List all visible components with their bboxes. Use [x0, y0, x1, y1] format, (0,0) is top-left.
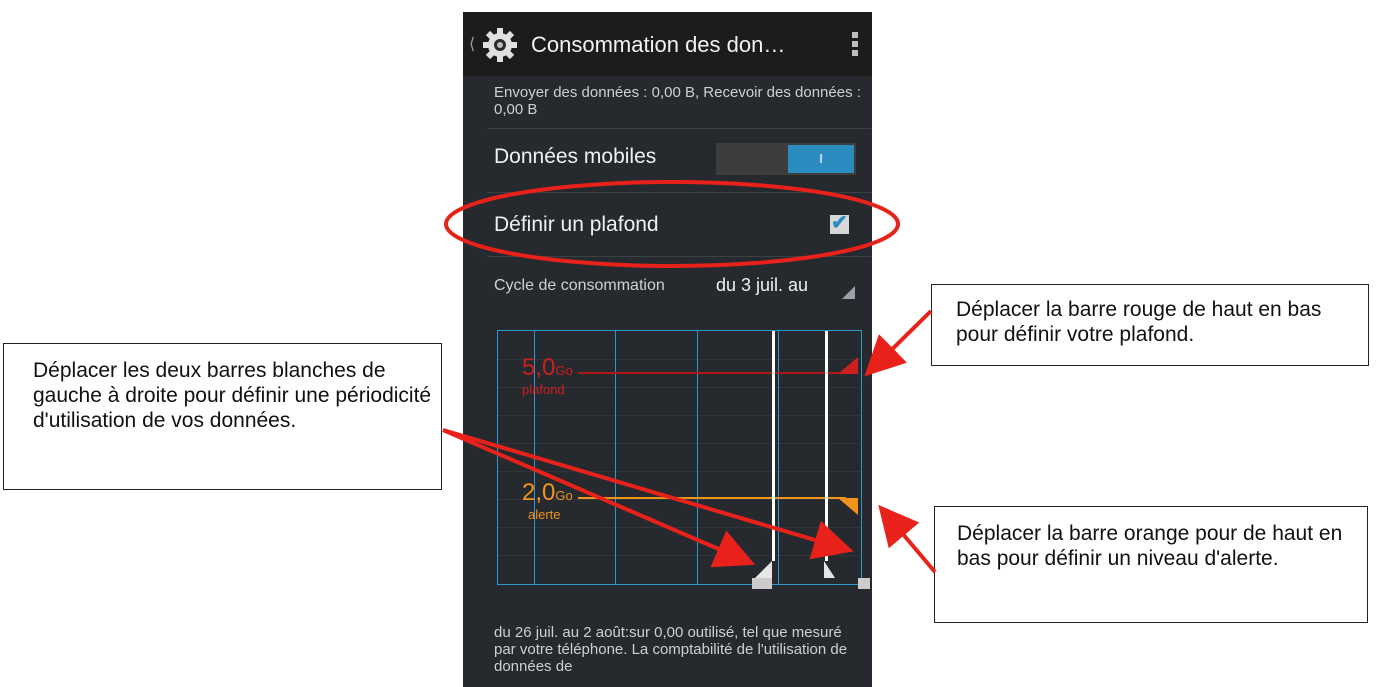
- cycle-start-bar[interactable]: [772, 331, 775, 561]
- arrow-to-warning-handle: [878, 504, 937, 574]
- grid-line: [498, 471, 861, 472]
- cycle-start-handle[interactable]: [755, 561, 772, 578]
- grid-line: [498, 443, 861, 444]
- limit-handle[interactable]: [838, 357, 858, 375]
- limit-unit: Go: [555, 363, 573, 378]
- usage-cycle-label: Cycle de consommation: [494, 277, 665, 294]
- limit-value-number: 5,0: [522, 354, 556, 381]
- warning-value-number: 2,0: [522, 479, 556, 506]
- dropdown-corner-icon: [842, 286, 855, 299]
- limit-value: 5,0Go: [522, 354, 573, 382]
- set-limit-checkbox[interactable]: ✔: [830, 212, 849, 234]
- annotation-limit-bar: Déplacer la barre rouge de haut en bas p…: [931, 284, 1369, 366]
- mobile-data-toggle[interactable]: I: [716, 143, 856, 175]
- warning-handle[interactable]: [838, 498, 858, 516]
- limit-bar[interactable]: [578, 372, 846, 374]
- grid-column-line: [615, 331, 616, 584]
- usage-chart: 5,0Go plafond 2,0Go alerte: [497, 330, 862, 585]
- screen-title: Consommation des don…: [531, 32, 786, 57]
- grid-line: [498, 415, 861, 416]
- phone-screen: ⟨ Consommation des don… Envoyer des donn…: [463, 12, 872, 687]
- usage-cycle-dropdown[interactable]: du 3 juil. au: [716, 275, 808, 296]
- warning-bar[interactable]: [578, 497, 846, 499]
- annotation-cycle-bars: Déplacer les deux barres blanches de gau…: [3, 343, 442, 490]
- grid-column-line: [778, 331, 779, 584]
- usage-description: du 26 juil. au 2 août:sur 0,00 outilisé,…: [494, 624, 848, 675]
- send-receive-summary: Envoyer des données : 0,00 B, Recevoir d…: [494, 84, 861, 118]
- warning-label: alerte: [528, 507, 561, 522]
- toggle-knob: I: [788, 145, 854, 173]
- checkmark-icon: ✔: [831, 212, 848, 234]
- mobile-data-label: Données mobiles: [494, 145, 657, 168]
- warning-value: 2,0Go: [522, 479, 573, 507]
- limit-label: plafond: [522, 382, 565, 397]
- chevron-left-icon[interactable]: ⟨: [469, 34, 475, 54]
- grid-line: [498, 527, 861, 528]
- grid-column-line: [697, 331, 698, 584]
- divider: [487, 256, 871, 257]
- grid-line: [498, 555, 861, 556]
- set-limit-label[interactable]: Définir un plafond: [494, 213, 659, 237]
- arrow-to-limit-handle: [864, 309, 933, 377]
- cycle-end-bar[interactable]: [825, 331, 828, 561]
- cycle-start-handle-foot[interactable]: [752, 578, 772, 589]
- action-bar: ⟨ Consommation des don…: [463, 12, 872, 76]
- cycle-end-handle-foot[interactable]: [858, 578, 870, 589]
- cycle-end-handle[interactable]: [824, 561, 835, 578]
- divider: [487, 128, 871, 129]
- warning-unit: Go: [555, 488, 573, 503]
- annotation-warning-bar: Déplacer la barre orange pour de haut en…: [934, 506, 1368, 623]
- divider: [487, 192, 871, 193]
- gear-icon[interactable]: [481, 26, 519, 69]
- overflow-menu-icon[interactable]: [852, 32, 858, 59]
